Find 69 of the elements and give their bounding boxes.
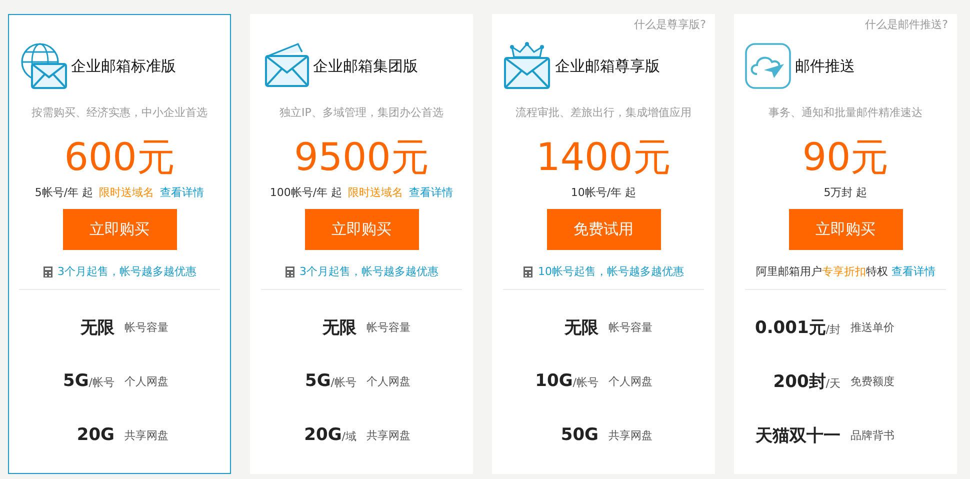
feature-value: 20G xyxy=(76,425,114,445)
terms-text: 10帐号/年 起 xyxy=(570,185,636,201)
feature-value: 20G xyxy=(304,425,342,445)
feature-unit: /帐号 xyxy=(572,375,598,390)
feature-label: 个人网盘 xyxy=(608,374,654,388)
feature-label: 共享网盘 xyxy=(608,428,654,442)
help-link[interactable]: 什么是邮件推送? xyxy=(865,17,948,35)
feature-unit: /天 xyxy=(826,376,840,390)
buy-button[interactable]: 立即购买 xyxy=(304,209,418,250)
feature-value: 50G xyxy=(560,425,598,445)
plan-subtitle: 独立IP、多域管理，集团办公首选 xyxy=(278,105,444,121)
feature-unit: /帐号 xyxy=(330,375,356,390)
terms-text: 5万封 起 xyxy=(824,185,868,201)
calculator-icon xyxy=(42,266,52,278)
feature-value: 5G xyxy=(62,371,89,391)
cloud-plane-icon xyxy=(744,42,792,90)
note-text: 3个月起售，帐号越多越优惠 xyxy=(300,264,438,280)
feature-label: 共享网盘 xyxy=(366,428,412,442)
plan-subtitle: 按需购买、经济实惠，中小企业首选 xyxy=(30,105,208,121)
feature-label: 推送单价 xyxy=(850,320,896,334)
terms-text: 5帐号/年 起 xyxy=(34,185,94,201)
note-text: 3个月起售，帐号越多越优惠 xyxy=(58,264,196,280)
calculator-icon xyxy=(284,266,294,278)
feature-value: 0.001元 xyxy=(755,316,826,338)
feature-unit: /帐号 xyxy=(88,375,114,390)
plan-title: 企业邮箱集团版 xyxy=(313,56,418,76)
note-text: 特权 xyxy=(866,264,888,280)
feature-label: 免费额度 xyxy=(850,374,896,388)
feature-label: 个人网盘 xyxy=(124,374,170,388)
buy-button[interactable]: 立即购买 xyxy=(62,209,176,250)
feature-value: 天猫双十一 xyxy=(756,424,840,446)
plan-subtitle: 流程审批、差旅出行，集成增值应用 xyxy=(514,105,692,121)
plan-title: 企业邮箱尊享版 xyxy=(555,56,660,76)
globe-mail-icon xyxy=(18,42,68,90)
feature-value: 无限 xyxy=(80,316,114,338)
calculator-icon xyxy=(523,266,533,278)
details-link[interactable]: 查看详情 xyxy=(891,264,936,280)
buy-button[interactable]: 立即购买 xyxy=(788,209,902,250)
feature-value: 10G xyxy=(535,371,573,391)
feature-value: 5G xyxy=(304,371,331,391)
plan-subtitle: 事务、通知和批量邮件精准速达 xyxy=(768,105,924,121)
feature-label: 品牌背书 xyxy=(850,428,896,442)
feature-unit: /域 xyxy=(342,429,356,444)
note-text: 10帐号起售，帐号越多越优惠 xyxy=(538,264,684,280)
feature-label: 共享网盘 xyxy=(124,428,170,442)
feature-value: 200封 xyxy=(773,370,826,392)
promo-text: 限时送域名 xyxy=(348,185,404,201)
feature-value: 无限 xyxy=(322,316,356,338)
buy-button[interactable]: 免费试用 xyxy=(546,209,660,250)
plan-price: 1400元 xyxy=(535,134,672,181)
plan-price: 90元 xyxy=(801,134,890,181)
details-link[interactable]: 查看详情 xyxy=(409,185,454,201)
help-link[interactable]: 什么是尊享版? xyxy=(634,17,706,35)
feature-label: 帐号容量 xyxy=(608,320,654,334)
plan-price: 600元 xyxy=(63,134,176,181)
promo-text: 专享折扣 xyxy=(822,264,866,280)
note-text: 阿里邮箱用户 xyxy=(756,264,822,280)
feature-value: 无限 xyxy=(564,316,598,338)
feature-label: 帐号容量 xyxy=(124,320,170,334)
feature-label: 个人网盘 xyxy=(366,374,412,388)
details-link[interactable]: 查看详情 xyxy=(160,185,204,201)
plan-title: 邮件推送 xyxy=(795,56,855,76)
feature-unit: /封 xyxy=(826,322,840,336)
crown-envelope-icon xyxy=(502,42,552,90)
plan-price: 9500元 xyxy=(293,134,430,181)
promo-text: 限时送域名 xyxy=(99,185,154,201)
plan-title: 企业邮箱标准版 xyxy=(71,56,176,76)
terms-text: 100帐号/年 起 xyxy=(270,185,342,201)
feature-label: 帐号容量 xyxy=(366,320,412,334)
